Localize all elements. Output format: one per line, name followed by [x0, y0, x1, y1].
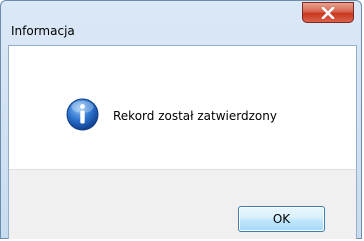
close-icon [321, 6, 335, 19]
button-footer: OK [9, 169, 356, 239]
information-icon [66, 98, 99, 131]
message-area: Rekord został zatwierdzony [9, 46, 356, 169]
close-button[interactable] [302, 2, 354, 23]
message-text: Rekord został zatwierdzony [113, 109, 277, 123]
ok-button[interactable]: OK [238, 206, 325, 232]
dialog-content: Rekord został zatwierdzony OK [8, 45, 357, 239]
title-bar[interactable]: Informacja [1, 1, 361, 37]
dialog-window: Informacja Rekord został zatwierdzony OK [0, 0, 362, 239]
dialog-title: Informacja [11, 24, 75, 38]
